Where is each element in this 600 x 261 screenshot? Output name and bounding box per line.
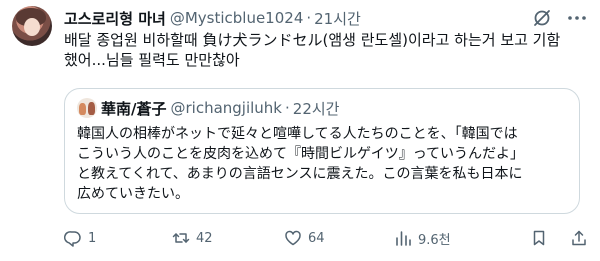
avatar-face <box>24 18 40 36</box>
quoted-author-handle: @richangjiluhk <box>170 99 282 117</box>
reply-icon <box>64 231 81 247</box>
author-avatar[interactable] <box>12 6 52 46</box>
quoted-text-line: 韓国人の相棒がネットで延々と喧嘩してる人たちのことを、「韓国では <box>77 126 518 142</box>
bookmark-button[interactable] <box>530 228 554 248</box>
quoted-author-avatar <box>77 98 97 118</box>
retweet-count: 42 <box>196 230 213 246</box>
quoted-tweet[interactable]: 華南/蒼子 @richangjiluhk · 22시간 韓国人の相棒がネットで延… <box>64 88 580 214</box>
avatar-figure <box>79 103 86 115</box>
views-chart-icon <box>396 231 411 246</box>
author-handle[interactable]: @Mysticblue1024 <box>170 9 304 27</box>
tweet-text-line: 했어...님들 필력도 만만찮아 <box>64 51 240 69</box>
header-separator: · <box>306 9 312 27</box>
retweet-button[interactable]: 42 <box>172 228 213 248</box>
reply-button[interactable]: 1 <box>64 228 96 248</box>
avatar-figure <box>88 102 95 115</box>
reply-count: 1 <box>88 230 97 246</box>
retweet-icon <box>172 233 190 243</box>
tweet-text-line: 배달 종업원 비하할때 負け犬ランドセル(앰생 란도셀)이라고 하는거 보고 기… <box>64 31 561 49</box>
more-dots-icon[interactable] <box>566 8 588 28</box>
quoted-author-display-name: 華南/蒼子 <box>101 99 167 118</box>
share-button[interactable] <box>570 228 594 248</box>
share-icon <box>572 230 586 246</box>
view-count: 9.6천 <box>418 232 451 248</box>
heart-icon <box>285 230 301 246</box>
quoted-text-line: こういう人のことを皮肉を込めて『時間ビルゲイツ』っていうんだよ」 <box>77 146 525 162</box>
tweet-actions-bar: 1 42 64 9.6천 <box>64 228 590 248</box>
header-separator: · <box>285 99 290 117</box>
tweet-timestamp[interactable]: 21시간 <box>314 8 361 29</box>
views-button[interactable]: 9.6천 <box>394 228 451 248</box>
like-button[interactable]: 64 <box>284 228 325 248</box>
tweet-text: 배달 종업원 비하할때 負け犬ランドセル(앰생 란도셀)이라고 하는거 보고 기… <box>64 30 590 70</box>
quoted-tweet-text: 韓国人の相棒がネットで延々と喧嘩してる人たちのことを、「韓国では こういう人のこ… <box>77 124 571 204</box>
tweet-header: 고스로리형 마녀 @Mysticblue1024 · 21시간 <box>64 8 361 28</box>
quoted-tweet-header: 華南/蒼子 @richangjiluhk · 22시간 <box>77 98 339 118</box>
tweet-card[interactable]: 고스로리형 마녀 @Mysticblue1024 · 21시간 배달 종업원 비… <box>0 0 600 261</box>
author-display-name[interactable]: 고스로리형 마녀 <box>64 8 166 29</box>
quoted-tweet-timestamp: 22시간 <box>292 99 340 118</box>
like-count: 64 <box>308 230 325 246</box>
bookmark-icon <box>533 230 545 246</box>
grok-slash-icon[interactable] <box>532 8 552 28</box>
quoted-text-line: と教えてくれて、あまりの言語センスに震えた。この言葉を私も日本に <box>77 166 523 182</box>
quoted-text-line: 広めていきたい。 <box>77 186 189 202</box>
